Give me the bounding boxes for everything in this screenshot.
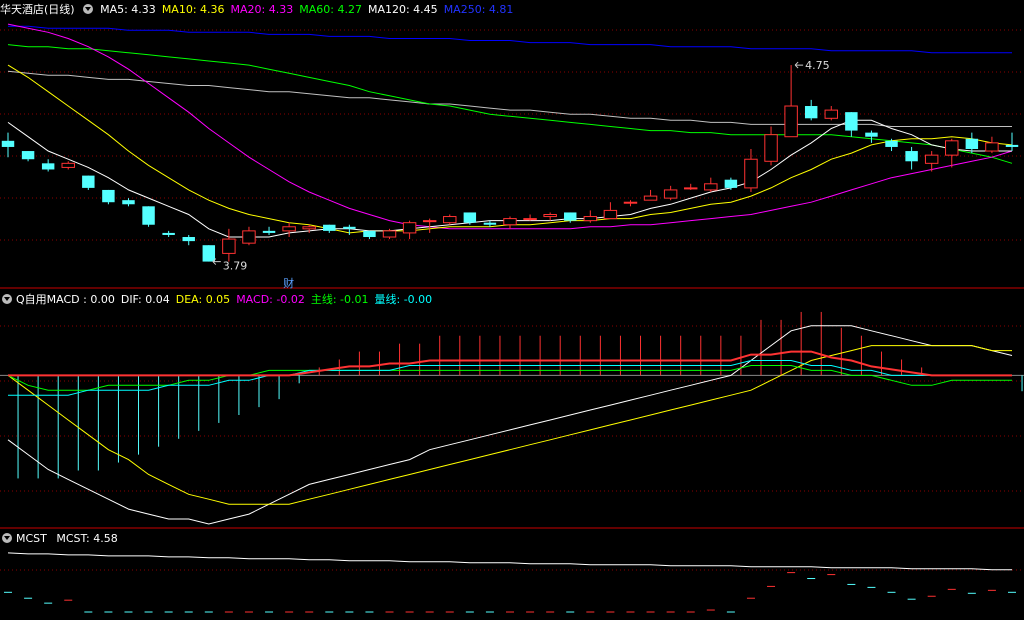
candle bbox=[543, 214, 557, 218]
candle bbox=[21, 151, 35, 160]
candle bbox=[1, 140, 15, 147]
candle bbox=[363, 230, 376, 238]
legend-item: DIF: 0.04 bbox=[120, 293, 170, 306]
mcst-line bbox=[7, 552, 1012, 571]
legend-item: MA60: 4.27 bbox=[299, 3, 362, 16]
mcst-legend: MCST MCST: 4.58 bbox=[0, 531, 124, 547]
mcst-title: MCST bbox=[16, 532, 47, 545]
candle bbox=[905, 151, 918, 162]
dropdown-icon[interactable] bbox=[2, 294, 12, 304]
candle bbox=[643, 195, 658, 201]
candle bbox=[343, 226, 356, 229]
candle bbox=[483, 222, 497, 225]
candle bbox=[764, 134, 778, 162]
candle bbox=[965, 138, 979, 149]
candle bbox=[262, 230, 276, 233]
low-price-label: 3.79 bbox=[223, 260, 248, 273]
macd-legend: Q自用MACD : 0.00 DIF: 0.04 DEA: 0.05 MACD: -0… bbox=[0, 292, 438, 308]
candle bbox=[663, 189, 678, 199]
legend-item: DEA: 0.05 bbox=[175, 293, 231, 306]
candle bbox=[162, 232, 175, 235]
legend-item: 量线: -0.00 bbox=[374, 293, 433, 306]
candle bbox=[142, 206, 155, 225]
candle bbox=[402, 222, 417, 234]
candle bbox=[302, 226, 316, 230]
candle bbox=[583, 216, 598, 222]
candle bbox=[744, 158, 758, 189]
candle bbox=[704, 183, 718, 191]
candle bbox=[845, 112, 858, 131]
candle bbox=[182, 237, 195, 242]
legend-item: MA5: 4.33 bbox=[100, 3, 156, 16]
candle bbox=[102, 189, 115, 203]
legend-item: : 0.00 bbox=[83, 293, 115, 306]
legend-item: MA20: 4.33 bbox=[230, 3, 294, 16]
candle bbox=[824, 109, 839, 119]
candle bbox=[924, 154, 939, 164]
ma20-line bbox=[7, 23, 1013, 230]
candle bbox=[41, 163, 55, 170]
high-arrow bbox=[794, 61, 804, 69]
candle bbox=[885, 140, 898, 147]
candle bbox=[1005, 144, 1019, 147]
ma250-line bbox=[8, 25, 1012, 54]
legend-item: MCST: 4.58 bbox=[56, 532, 118, 545]
candle bbox=[422, 220, 437, 223]
candle bbox=[463, 212, 477, 223]
financial-report-marker: 财 bbox=[283, 276, 294, 290]
candle bbox=[523, 218, 537, 221]
chart-stage[interactable]: 4.75 3.79 财 bbox=[0, 0, 1024, 617]
price-legend: 华天酒店(日线) MA5: 4.33 MA10: 4.36 MA20: 4.33 MA… bbox=[0, 2, 519, 18]
stock-title: 华天酒店(日线) bbox=[0, 3, 75, 16]
candle bbox=[443, 216, 457, 224]
candle bbox=[945, 140, 959, 156]
candle bbox=[503, 218, 517, 226]
candle bbox=[82, 175, 95, 188]
legend-item: 主线: -0.01 bbox=[310, 293, 369, 306]
candle bbox=[242, 230, 256, 244]
candle bbox=[865, 132, 878, 137]
candle bbox=[222, 238, 236, 254]
candle bbox=[724, 179, 738, 188]
ma120-line bbox=[7, 70, 1012, 127]
dropdown-icon[interactable] bbox=[82, 4, 93, 14]
candle bbox=[564, 212, 577, 221]
candle bbox=[683, 187, 698, 190]
candle bbox=[985, 142, 999, 152]
candle bbox=[122, 200, 135, 205]
kline-chart[interactable]: 4.75 3.79 财 bbox=[0, 0, 1024, 617]
dropdown-icon[interactable] bbox=[2, 533, 12, 543]
candle bbox=[282, 226, 296, 232]
legend-item: MA250: 4.81 bbox=[443, 3, 514, 16]
candle bbox=[202, 245, 216, 262]
candle bbox=[382, 230, 397, 238]
macd-title: Q自用MACD bbox=[16, 293, 80, 306]
candle bbox=[61, 162, 75, 168]
legend-item: MA120: 4.45 bbox=[367, 3, 438, 16]
legend-item: MA10: 4.36 bbox=[161, 3, 225, 16]
candle bbox=[804, 106, 818, 119]
legend-item: MACD: -0.02 bbox=[236, 293, 305, 306]
candle bbox=[603, 209, 618, 220]
ma60-line bbox=[7, 44, 1013, 164]
high-price-label: 4.75 bbox=[805, 59, 830, 72]
candle bbox=[623, 201, 638, 204]
candle bbox=[323, 224, 336, 231]
candle bbox=[784, 105, 798, 138]
